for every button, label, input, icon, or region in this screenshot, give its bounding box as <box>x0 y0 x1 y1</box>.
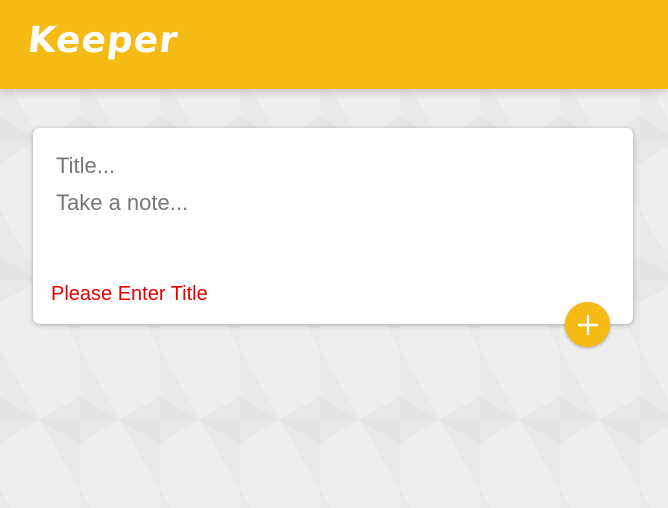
plus-icon <box>577 314 598 335</box>
create-note-form: Please Enter Title <box>33 128 633 324</box>
app-header: Keeper <box>0 0 668 89</box>
add-note-button[interactable] <box>565 302 610 347</box>
note-content-input[interactable] <box>56 190 606 250</box>
app-title: Keeper <box>25 20 181 61</box>
note-title-input[interactable] <box>56 152 606 180</box>
title-error-message: Please Enter Title <box>51 283 208 305</box>
